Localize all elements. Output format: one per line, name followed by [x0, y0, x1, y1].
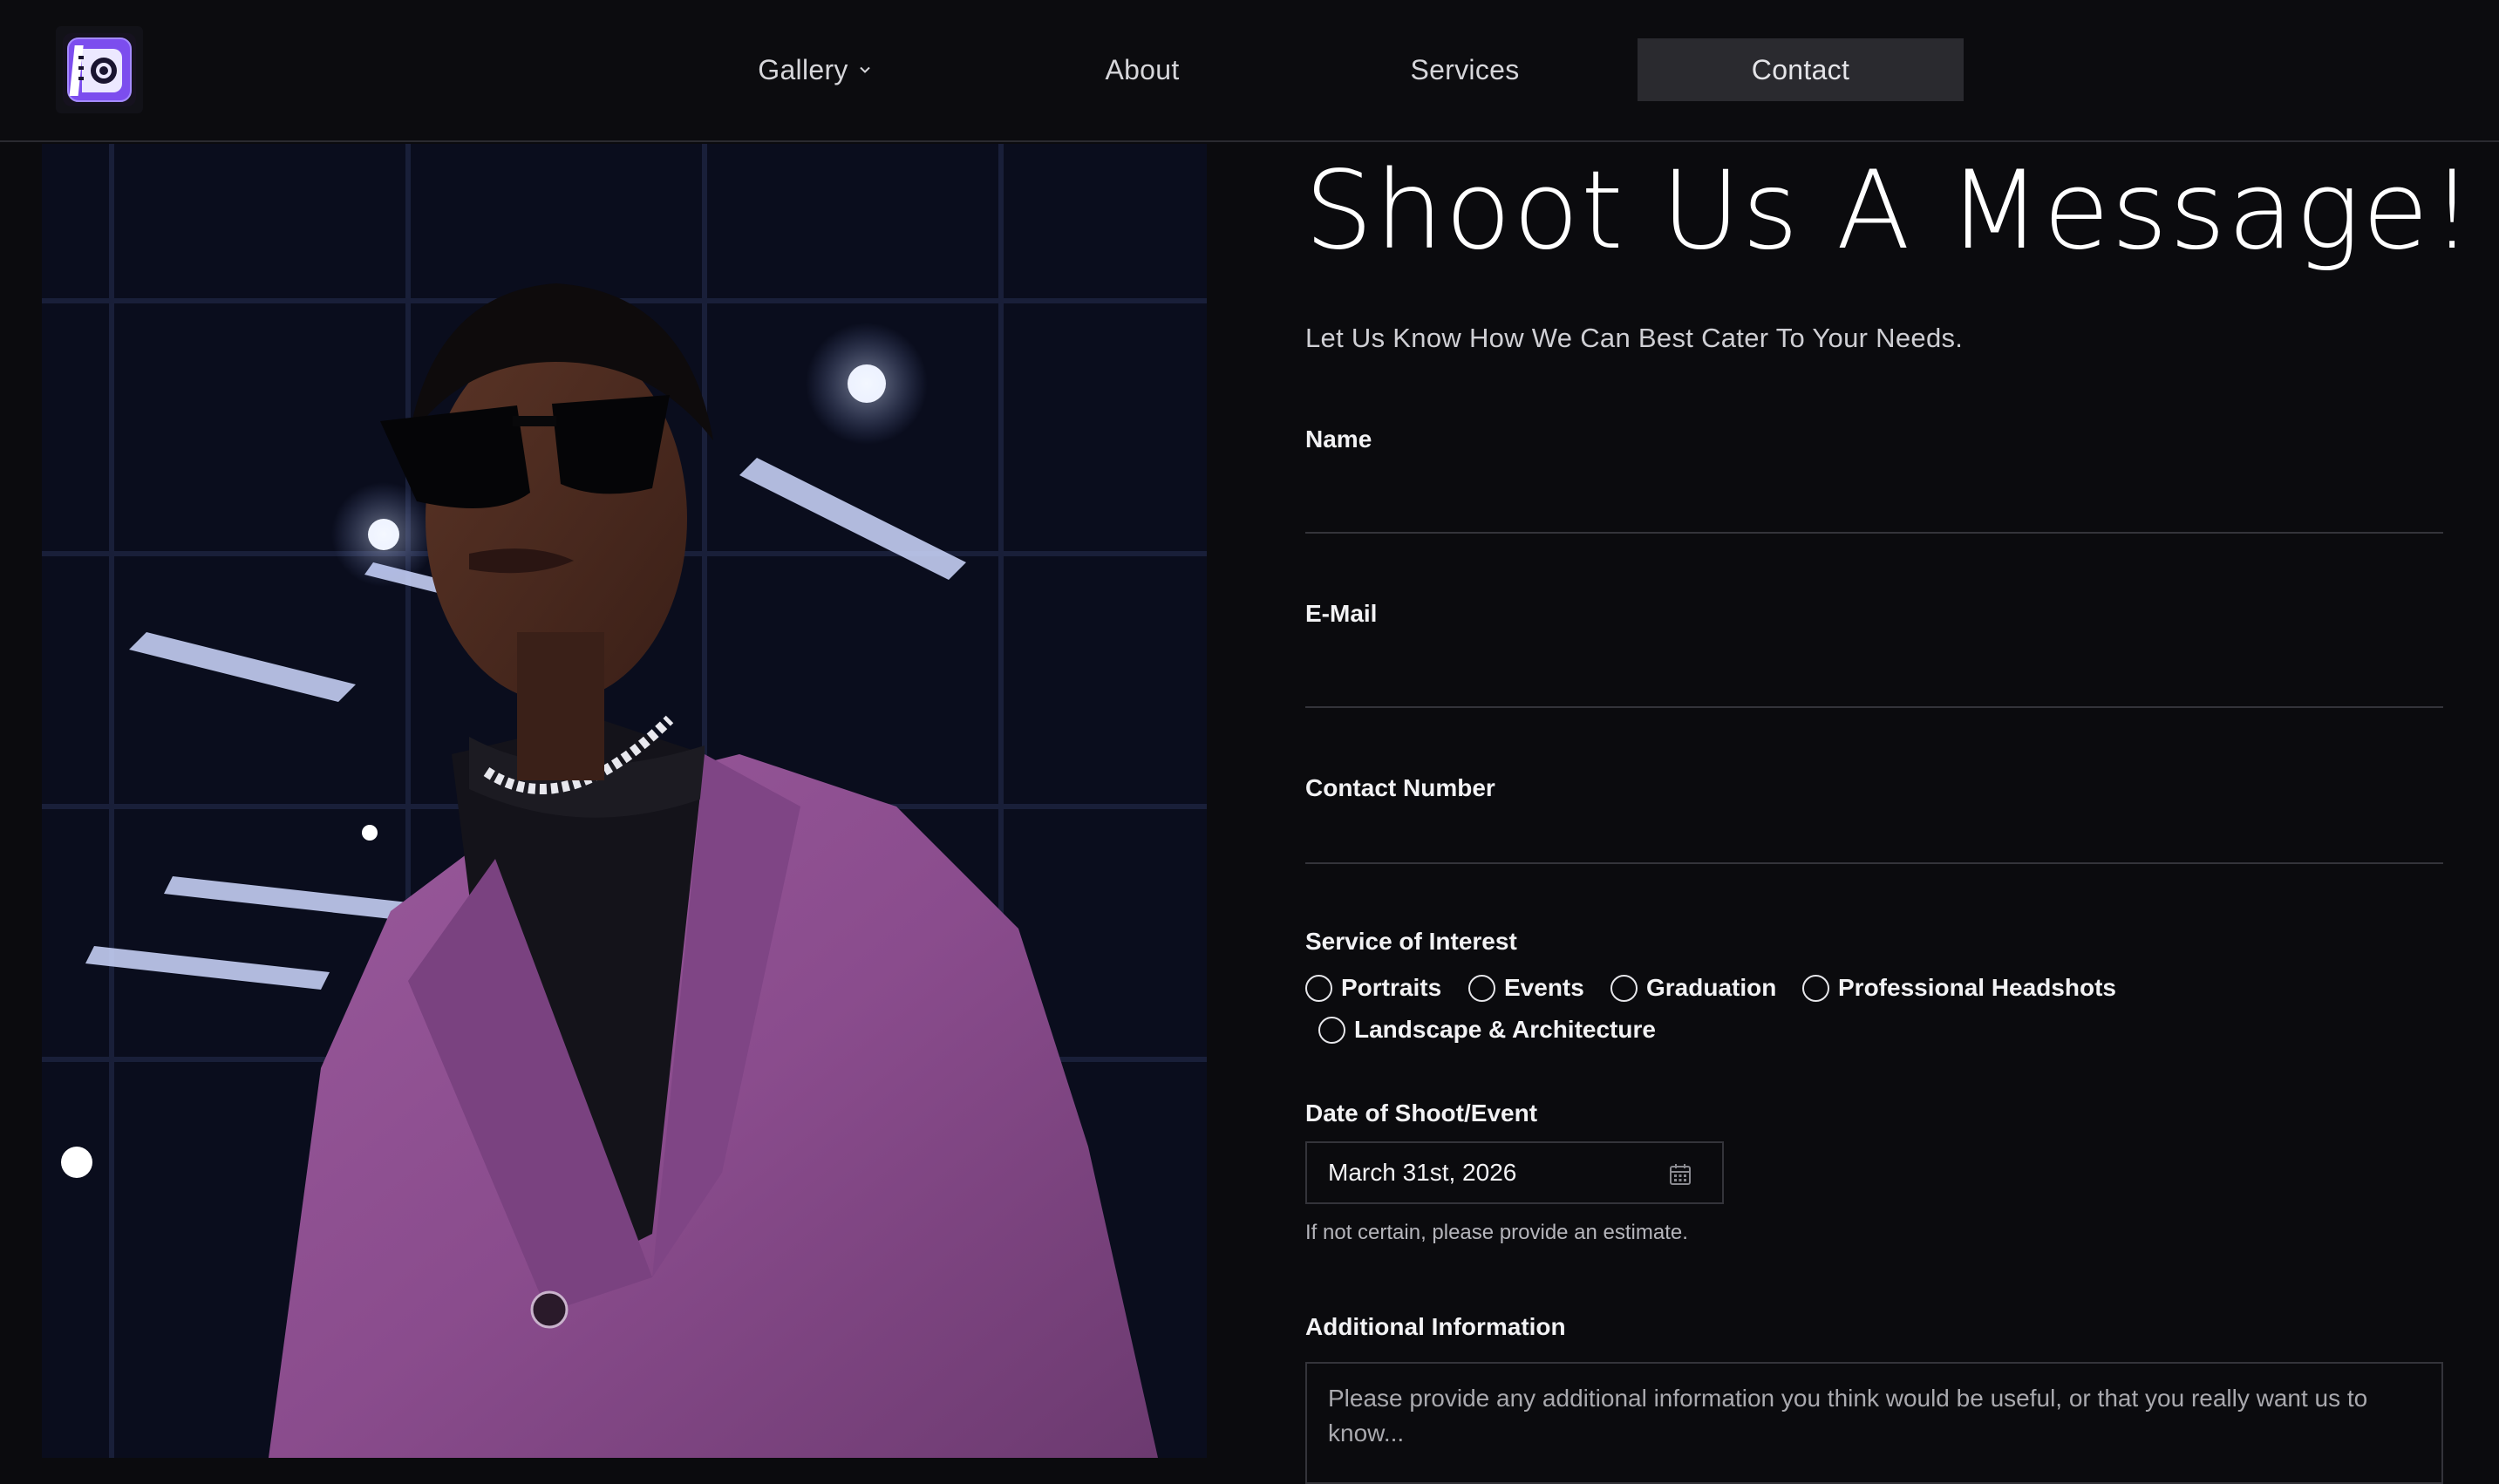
- radio-events[interactable]: Events: [1468, 974, 1584, 1002]
- radio-label: Events: [1504, 974, 1584, 1001]
- additional-info-textarea[interactable]: Please provide any additional informatio…: [1305, 1362, 2443, 1484]
- logo[interactable]: [56, 26, 143, 113]
- site-header: Gallery About Services Contact: [0, 0, 2499, 142]
- radio-portraits[interactable]: Portraits: [1305, 974, 1441, 1002]
- name-input[interactable]: [1305, 485, 2443, 534]
- hero-photo: [42, 144, 1207, 1458]
- model-portrait-illustration: [42, 144, 1207, 1458]
- nav-gallery-label: Gallery: [758, 53, 848, 85]
- radio-label: Landscape & Architecture: [1354, 1016, 1656, 1043]
- additional-info-placeholder: Please provide any additional informatio…: [1328, 1385, 2368, 1447]
- radio-circle[interactable]: [1318, 1016, 1345, 1044]
- date-hint: If not certain, please provide an estima…: [1305, 1221, 1688, 1244]
- chevron-down-icon: [857, 62, 873, 78]
- date-label: Date of Shoot/Event: [1305, 1099, 1538, 1127]
- contact-number-input[interactable]: [1305, 815, 2443, 864]
- nav-contact-label: Contact: [1751, 53, 1850, 85]
- page-title: Shoot Us A Message!: [1304, 148, 2475, 274]
- radio-label: Professional Headshots: [1838, 974, 2116, 1001]
- camera-logo-icon: [63, 33, 136, 106]
- nav-gallery[interactable]: Gallery: [724, 38, 907, 101]
- radio-landscape-architecture[interactable]: Landscape & Architecture: [1318, 1016, 1656, 1044]
- nav-about-label: About: [1105, 53, 1180, 85]
- nav-services-label: Services: [1410, 53, 1520, 85]
- email-label: E-Mail: [1305, 600, 1378, 627]
- radio-label: Portraits: [1341, 974, 1442, 1001]
- page-subtitle: Let Us Know How We Can Best Cater To You…: [1305, 323, 1964, 353]
- radio-circle[interactable]: [1468, 974, 1495, 1002]
- radio-circle[interactable]: [1610, 974, 1638, 1002]
- radio-professional-headshots[interactable]: Professional Headshots: [1802, 974, 2116, 1002]
- date-value: March 31st, 2026: [1328, 1159, 1517, 1186]
- nav-services[interactable]: Services: [1369, 38, 1561, 101]
- service-label: Service of Interest: [1305, 928, 1517, 955]
- additional-info-label: Additional Information: [1305, 1313, 1566, 1340]
- contact-number-label: Contact Number: [1305, 774, 1495, 801]
- radio-label: Graduation: [1646, 974, 1777, 1001]
- radio-graduation[interactable]: Graduation: [1610, 974, 1776, 1002]
- radio-circle[interactable]: [1802, 974, 1829, 1002]
- radio-circle[interactable]: [1305, 974, 1332, 1002]
- nav-contact[interactable]: Contact: [1638, 38, 1964, 101]
- name-label: Name: [1305, 425, 1372, 453]
- nav-about[interactable]: About: [1055, 38, 1229, 101]
- email-input[interactable]: [1305, 659, 2443, 708]
- date-picker-input[interactable]: March 31st, 2026: [1305, 1141, 1724, 1204]
- calendar-icon[interactable]: [1668, 1162, 1692, 1187]
